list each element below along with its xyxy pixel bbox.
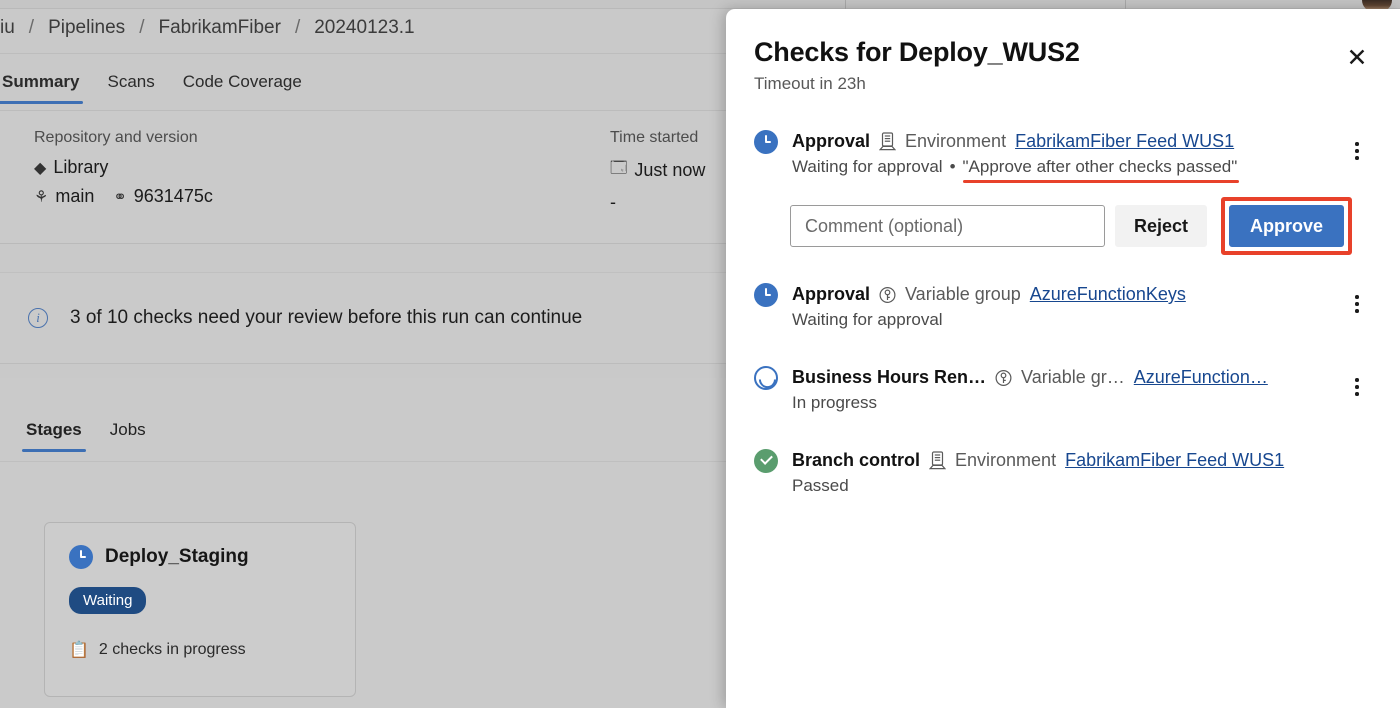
check-row[interactable]: Approval Environment FabrikamFiber Feed … [726, 118, 1400, 189]
elapsed-row: - [610, 192, 705, 213]
page-tabs: Summary Scans Code Coverage [0, 66, 316, 104]
checks-list: Approval Environment FabrikamFiber Feed … [726, 94, 1400, 508]
page-title: Checks for Deploy_WUS2 [754, 37, 1080, 67]
check-body: Business Hours Ren… Variable gr… AzureFu… [792, 366, 1330, 413]
repository-name[interactable]: Library [53, 157, 108, 178]
resource-kind: Environment [955, 450, 1057, 470]
checks-panel: Checks for Deploy_WUS2 Timeout in 23h ✕ … [726, 9, 1400, 708]
time-started-value: Just now [634, 160, 706, 180]
kebab-menu-icon[interactable] [1344, 366, 1370, 396]
kebab-menu-icon[interactable] [1344, 130, 1370, 160]
check-state: In progress [792, 393, 878, 412]
repository-label: Repository and version [34, 129, 198, 146]
tab-summary[interactable]: Summary [0, 66, 93, 104]
clock-icon [754, 130, 778, 154]
breadcrumb-item-run[interactable]: 20240123.1 [300, 17, 428, 39]
breadcrumb-item-org[interactable]: iu [0, 17, 29, 39]
resource-kind: Environment [905, 131, 1007, 151]
time-started-label: Time started [610, 129, 699, 146]
info-icon: i [28, 308, 48, 328]
repo-icon: ◆ [34, 159, 47, 177]
check-body: Branch control Environment FabrikamFiber… [792, 449, 1370, 496]
check-header: Approval Variable group AzureFunctionKey… [792, 284, 1330, 305]
resource-link[interactable]: AzureFunction… [1134, 367, 1268, 388]
check-row[interactable]: Business Hours Ren… Variable gr… AzureFu… [726, 342, 1400, 425]
check-header: Business Hours Ren… Variable gr… AzureFu… [792, 367, 1330, 388]
check-state: Passed [792, 476, 849, 495]
stage-card-header: Deploy_Staging [69, 545, 331, 569]
check-separator: • [949, 157, 956, 176]
clock-icon [754, 283, 778, 307]
check-status-line: Waiting for approval [792, 310, 1330, 330]
stage-card-deploy-staging[interactable]: Deploy_Staging Waiting 📋 2 checks in pro… [44, 522, 356, 697]
calendar-icon: 🗔 [610, 160, 628, 177]
resource-link[interactable]: FabrikamFiber Feed WUS1 [1065, 450, 1284, 471]
stages-jobs-tabs: Stages Jobs [12, 416, 160, 452]
stage-card-checks[interactable]: 📋 2 checks in progress [69, 640, 331, 660]
approval-actions: Reject Approve [726, 189, 1400, 259]
check-name: Branch control [792, 450, 921, 470]
check-name: Approval [792, 284, 871, 304]
branch-commit-row: ⚘ main ⚭ 9631475c [34, 186, 213, 207]
environment-icon [879, 132, 897, 151]
variable-group-icon [995, 369, 1012, 387]
time-started-row: 🗔 Just now [610, 157, 705, 184]
repository-column: Repository and version ◆ Library ⚘ main … [34, 129, 213, 215]
branch-icon: ⚘ [34, 188, 49, 206]
check-state: Waiting for approval [792, 157, 943, 176]
breadcrumb: iu / Pipelines / FabrikamFiber / 2024012… [0, 6, 429, 50]
comment-input[interactable] [790, 205, 1105, 247]
resource-link[interactable]: FabrikamFiber Feed WUS1 [1015, 131, 1234, 152]
check-status-line: In progress [792, 393, 1330, 413]
check-circle-icon [754, 449, 778, 473]
check-body: Approval Environment FabrikamFiber Feed … [792, 130, 1330, 183]
breadcrumb-item-pipelines[interactable]: Pipelines [34, 17, 139, 39]
check-name: Approval [792, 131, 871, 151]
stage-card-checks-text: 2 checks in progress [98, 641, 246, 658]
repository-name-row: ◆ Library [34, 157, 213, 178]
checklist-icon: 📋 [69, 642, 89, 659]
checks-panel-header: Checks for Deploy_WUS2 Timeout in 23h ✕ [726, 9, 1400, 94]
check-row[interactable]: Approval Variable group AzureFunctionKey… [726, 259, 1400, 342]
check-header: Approval Environment FabrikamFiber Feed … [792, 131, 1330, 152]
stage-card-title: Deploy_Staging [105, 546, 249, 567]
clock-icon [69, 545, 93, 569]
kebab-menu-icon[interactable] [1344, 283, 1370, 313]
timeout-subtitle: Timeout in 23h [754, 74, 866, 93]
top-strip-divider [1125, 0, 1126, 9]
check-row[interactable]: Branch control Environment FabrikamFiber… [726, 425, 1400, 508]
tab-stages[interactable]: Stages [12, 416, 96, 452]
resource-kind: Variable gr… [1021, 367, 1125, 387]
variable-group-icon [879, 286, 896, 304]
reject-button[interactable]: Reject [1115, 205, 1208, 247]
tab-code-coverage[interactable]: Code Coverage [169, 66, 316, 104]
top-strip-divider [845, 0, 846, 9]
check-status-line: Waiting for approval • "Approve after ot… [792, 157, 1330, 183]
breadcrumb-item-pipeline[interactable]: FabrikamFiber [144, 17, 294, 39]
approve-button-highlight: Approve [1221, 197, 1353, 255]
commit-hash[interactable]: 9631475c [134, 186, 213, 207]
tab-jobs[interactable]: Jobs [96, 416, 160, 452]
elapsed-value: - [610, 192, 616, 212]
resource-link[interactable]: AzureFunctionKeys [1030, 284, 1186, 305]
commit-icon: ⚭ [113, 188, 127, 206]
approve-button[interactable]: Approve [1229, 205, 1345, 247]
environment-icon [929, 451, 947, 470]
progress-icon [754, 366, 778, 390]
check-state: Waiting for approval [792, 310, 943, 329]
checks-review-text: 3 of 10 checks need your review before t… [70, 307, 583, 328]
check-status-line: Passed [792, 476, 1370, 496]
branch-name[interactable]: main [55, 186, 94, 207]
time-started-column: Time started 🗔 Just now - [610, 129, 705, 221]
check-body: Approval Variable group AzureFunctionKey… [792, 283, 1330, 330]
check-header: Branch control Environment FabrikamFiber… [792, 450, 1370, 471]
tab-scans[interactable]: Scans [93, 66, 168, 104]
resource-kind: Variable group [905, 284, 1021, 304]
status-badge: Waiting [69, 587, 147, 614]
check-name: Business Hours Ren… [792, 367, 987, 387]
close-icon[interactable]: ✕ [1340, 41, 1374, 75]
check-instructions: "Approve after other checks passed" [962, 157, 1240, 183]
